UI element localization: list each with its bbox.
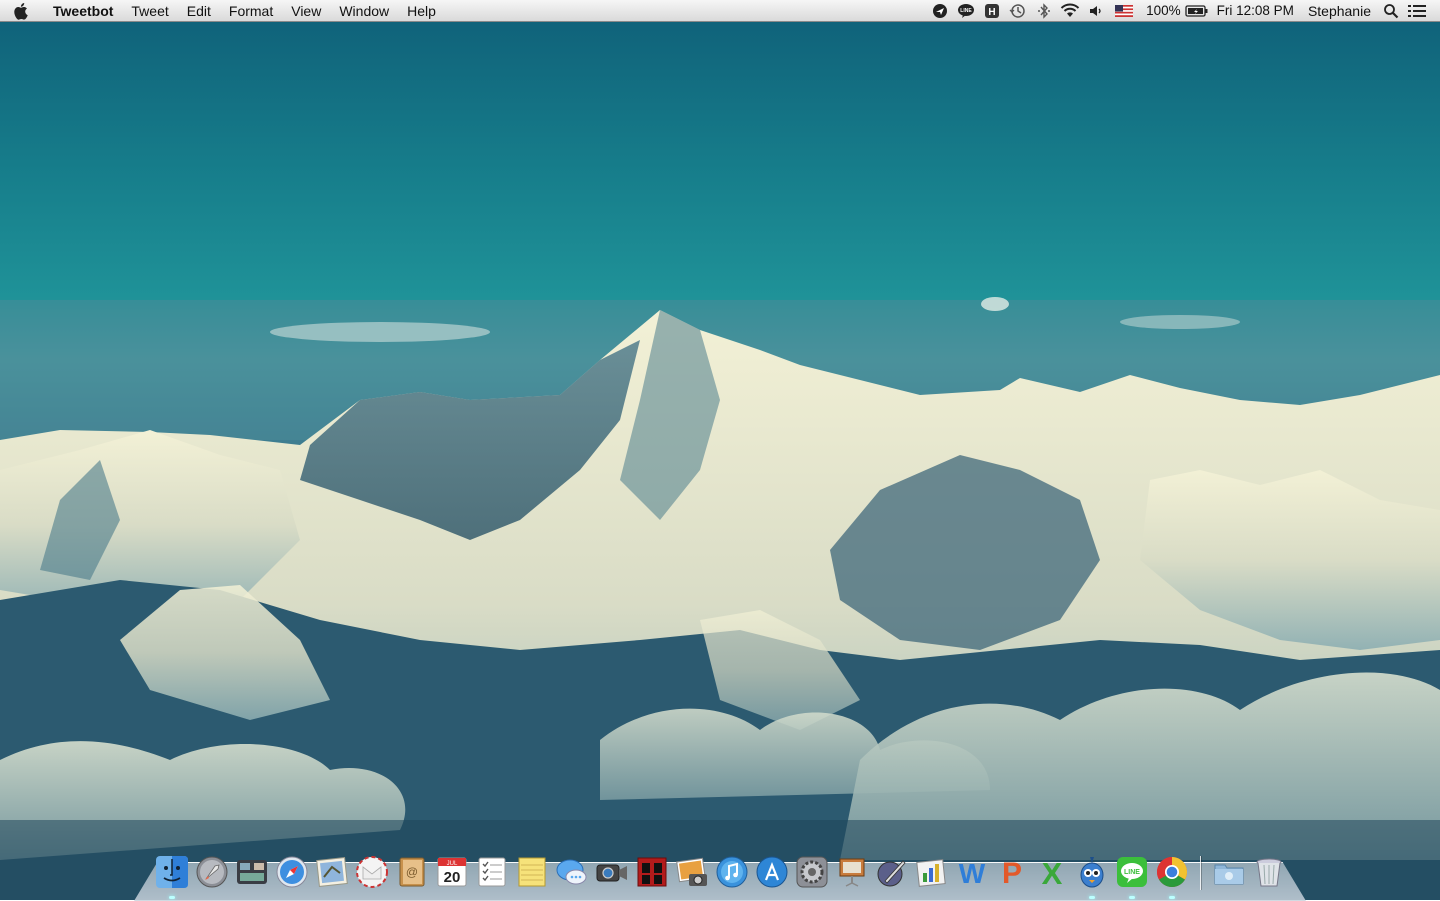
menu-view[interactable]: View xyxy=(282,0,330,22)
dock-line-icon[interactable]: LINE xyxy=(1112,852,1152,899)
battery-percentage[interactable]: 100% xyxy=(1139,0,1184,22)
apple-menu-icon[interactable] xyxy=(0,0,44,22)
dock-tweetbot-icon[interactable] xyxy=(1072,852,1112,899)
dock-calendar-icon[interactable]: JUL 20 xyxy=(432,852,472,892)
app-menu-tweetbot[interactable]: Tweetbot xyxy=(44,0,122,22)
dock-facetime-icon[interactable] xyxy=(592,852,632,892)
dock-safari-icon[interactable] xyxy=(272,852,312,892)
dock-reminders-icon[interactable] xyxy=(472,852,512,892)
calendar-day-label: 20 xyxy=(444,869,461,886)
svg-text:H: H xyxy=(989,7,996,18)
wifi-icon[interactable] xyxy=(1057,0,1083,22)
dock-word-icon[interactable]: W xyxy=(952,852,992,892)
dock-messages-icon[interactable] xyxy=(552,852,592,892)
spotlight-icon[interactable] xyxy=(1378,0,1404,22)
user-menu[interactable]: Stephanie xyxy=(1301,0,1378,22)
menu-clock[interactable]: Fri 12:08 PM xyxy=(1210,0,1301,22)
dock-keynote-icon[interactable] xyxy=(832,852,872,892)
dock-chrome-icon[interactable] xyxy=(1152,852,1192,899)
dock-itunes-icon[interactable] xyxy=(712,852,752,892)
menu-bar: Tweetbot Tweet Edit Format View Window H… xyxy=(0,0,1440,22)
dock-mission-control-icon[interactable] xyxy=(232,852,272,892)
dock-launchpad-icon[interactable] xyxy=(192,852,232,892)
svg-text:LINE: LINE xyxy=(960,8,972,14)
volume-icon[interactable] xyxy=(1083,0,1109,22)
dock-pen-app-icon[interactable] xyxy=(872,852,912,892)
bluetooth-icon[interactable] xyxy=(1031,0,1057,22)
dock-downloads-folder-icon[interactable] xyxy=(1209,852,1249,892)
dock-excel-icon[interactable]: X xyxy=(1032,852,1072,892)
tweetbot-running-indicator xyxy=(1089,896,1095,899)
line-running-indicator xyxy=(1129,896,1135,899)
dock-iphoto-icon[interactable] xyxy=(672,852,712,892)
dock-contacts-icon[interactable]: @ xyxy=(392,852,432,892)
svg-text:W: W xyxy=(959,858,986,889)
dock-sparrow-mail-icon[interactable] xyxy=(352,852,392,892)
dock-notes-icon[interactable] xyxy=(512,852,552,892)
menu-help[interactable]: Help xyxy=(398,0,445,22)
dock-numbers-icon[interactable] xyxy=(912,852,952,892)
line-status-icon[interactable]: LINE xyxy=(953,0,979,22)
dock-system-preferences-icon[interactable] xyxy=(792,852,832,892)
svg-text:P: P xyxy=(1002,857,1022,889)
dock-trash-icon[interactable] xyxy=(1249,852,1289,892)
time-machine-icon[interactable] xyxy=(1005,0,1031,22)
dock-finder-icon[interactable] xyxy=(152,852,192,899)
menu-window[interactable]: Window xyxy=(330,0,398,22)
svg-text:@: @ xyxy=(406,865,418,879)
h-status-icon[interactable]: H xyxy=(979,0,1005,22)
svg-text:X: X xyxy=(1042,856,1063,889)
notification-center-icon[interactable] xyxy=(1404,0,1430,22)
svg-text:LINE: LINE xyxy=(1124,869,1140,876)
dock-app-store-icon[interactable] xyxy=(752,852,792,892)
airmail-icon[interactable] xyxy=(927,0,953,22)
dock-mail-icon[interactable] xyxy=(312,852,352,892)
battery-icon[interactable] xyxy=(1184,0,1210,22)
menu-edit[interactable]: Edit xyxy=(178,0,220,22)
calendar-month-label: JUL xyxy=(447,861,458,867)
dock-divider xyxy=(1200,856,1201,890)
dock-powerpoint-icon[interactable]: P xyxy=(992,852,1032,892)
dock: @ JUL 20 W P X LINE xyxy=(152,850,1292,899)
chrome-running-indicator xyxy=(1169,896,1175,899)
us-flag-icon[interactable] xyxy=(1109,0,1139,22)
menu-format[interactable]: Format xyxy=(220,0,282,22)
dock-photo-booth-icon[interactable] xyxy=(632,852,672,892)
desktop-wallpaper xyxy=(0,0,1440,900)
finder-running-indicator xyxy=(169,896,175,899)
menu-tweet[interactable]: Tweet xyxy=(122,0,177,22)
mountain-wallpaper xyxy=(0,297,1440,900)
